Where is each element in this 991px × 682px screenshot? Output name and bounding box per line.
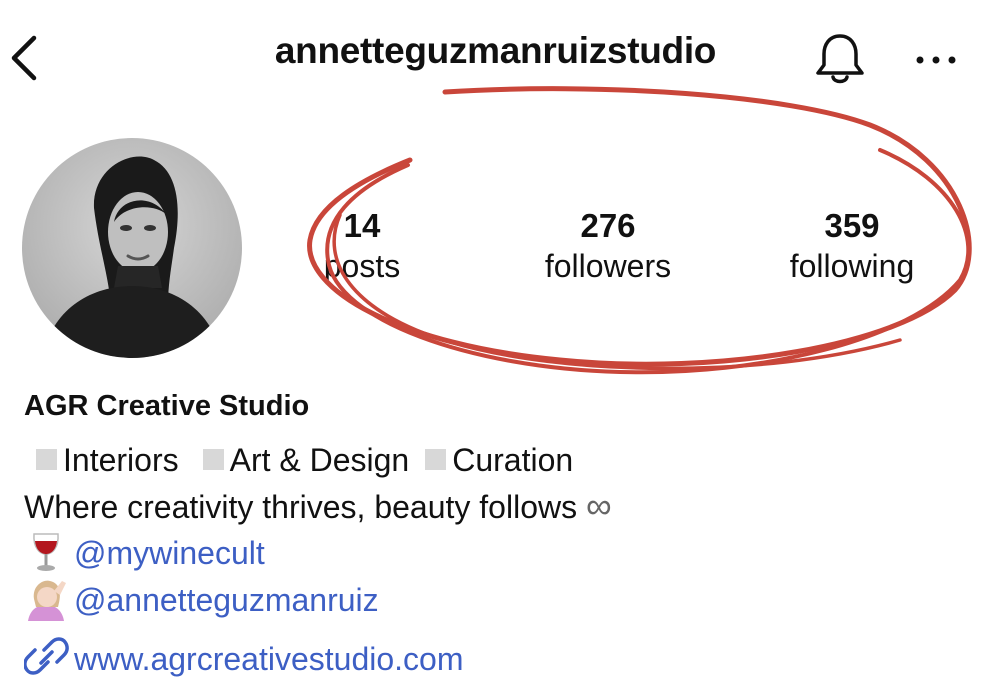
square-bullet-icon	[425, 449, 447, 470]
tagline: Where creativity thrives, beauty follows…	[24, 486, 612, 527]
posts-count: 14	[343, 207, 381, 244]
link-icon	[23, 636, 74, 682]
stat-followers[interactable]: 276 followers	[508, 206, 708, 286]
avatar[interactable]	[22, 138, 242, 358]
category-2: Art & Design	[229, 442, 410, 478]
notifications-button[interactable]	[810, 28, 870, 88]
square-bullet-icon	[36, 449, 57, 470]
mention-link-wine[interactable]: @mywinecult	[24, 530, 265, 576]
followers-count: 276	[580, 207, 636, 244]
person-tipping-hand-icon	[24, 577, 74, 623]
more-options-button[interactable]	[910, 38, 962, 78]
following-label: following	[789, 248, 915, 284]
website-url[interactable]: www.agrcreativestudio.com	[74, 641, 463, 678]
square-bullet-icon	[202, 449, 224, 470]
mention-mywinecult[interactable]: @mywinecult	[74, 535, 265, 572]
stat-posts[interactable]: 14 posts	[262, 206, 462, 286]
following-count: 359	[824, 207, 880, 244]
bell-icon	[816, 34, 864, 84]
tagline-text: Where creativity thrives, beauty follows	[24, 489, 578, 525]
more-horizontal-icon	[916, 56, 956, 64]
profile-photo	[22, 138, 242, 358]
infinity-icon: ∞	[585, 485, 612, 526]
category-3: Curation	[452, 442, 574, 478]
category-1: Interiors	[63, 442, 179, 478]
wine-glass-icon	[24, 530, 74, 576]
category-line: Interiors Art & Design Curation	[24, 440, 573, 480]
mention-link-personal[interactable]: @annetteguzmanruiz	[24, 577, 379, 623]
profile-display-name: AGR Creative Studio	[24, 390, 310, 422]
followers-label: followers	[544, 248, 672, 284]
stat-following[interactable]: 359 following	[752, 206, 952, 286]
mention-annetteguzmanruiz[interactable]: @annetteguzmanruiz	[74, 582, 379, 619]
website-link[interactable]: www.agrcreativestudio.com	[23, 636, 463, 682]
posts-label: posts	[323, 248, 401, 284]
